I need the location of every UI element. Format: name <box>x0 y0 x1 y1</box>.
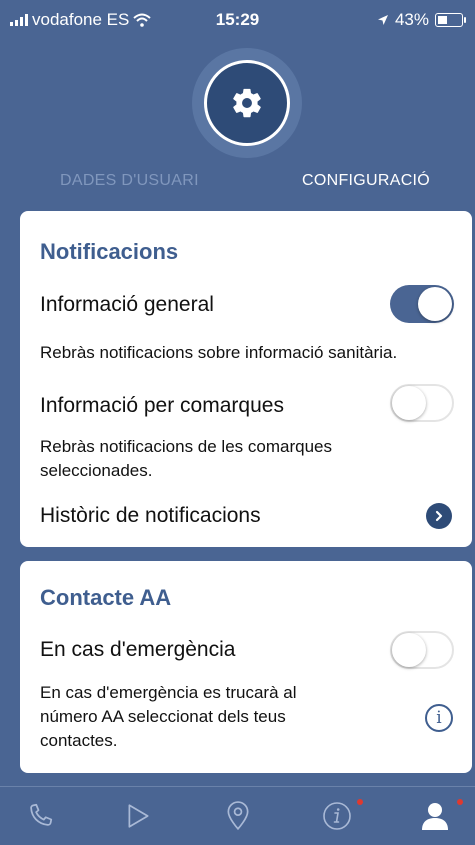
tab-phone[interactable] <box>10 787 70 845</box>
info-badge <box>357 799 363 805</box>
tab-profile[interactable] <box>405 787 465 845</box>
emergency-label: En cas d'emergència <box>40 638 236 661</box>
info-icon: i <box>436 708 442 728</box>
status-right-group: 43% <box>377 10 466 30</box>
profile-tabs: DADES D'USUARI CONFIGURACIÓ <box>0 172 475 194</box>
contact-title: Contacte AA <box>40 585 172 610</box>
notifications-title: Notificacions <box>40 239 179 264</box>
general-info-toggle[interactable] <box>390 285 454 323</box>
battery-percent: 43% <box>394 10 429 29</box>
tab-info[interactable] <box>307 787 367 845</box>
info-icon <box>323 802 351 830</box>
general-info-description: Rebràs notificacions sobre informació sa… <box>40 343 398 362</box>
emergency-description-line2: número AA seleccionat dels teus <box>40 707 286 726</box>
notification-history-button[interactable] <box>426 503 452 529</box>
gear-icon <box>233 88 261 118</box>
tab-settings[interactable]: CONFIGURACIÓ <box>302 172 430 190</box>
contact-card: Contacte AA En cas d'emergència En cas d… <box>20 561 472 773</box>
phone-icon <box>30 803 53 826</box>
regional-info-toggle[interactable] <box>390 384 454 422</box>
emergency-description-line3: contactes. <box>40 731 118 750</box>
tab-user-data[interactable]: DADES D'USUARI <box>60 172 199 190</box>
location-arrow-icon <box>377 15 388 25</box>
chevron-right-icon <box>435 510 443 522</box>
profile-badge <box>457 799 463 805</box>
status-bar: vodafone ES 15:29 43% <box>0 0 475 40</box>
toggle-knob <box>392 633 426 667</box>
tab-play[interactable] <box>108 787 168 845</box>
regional-info-description-line1: Rebràs notificacions de les comarques <box>40 437 332 456</box>
settings-avatar <box>204 60 290 146</box>
regional-info-label: Informació per comarques <box>40 394 284 417</box>
user-icon <box>422 803 448 830</box>
toggle-knob <box>392 386 426 420</box>
general-info-label: Informació general <box>40 293 214 316</box>
notifications-card: Notificacions Informació general Rebràs … <box>20 211 472 547</box>
battery-icon <box>435 13 466 27</box>
notification-history-label[interactable]: Històric de notificacions <box>40 504 261 528</box>
emergency-info-button[interactable]: i <box>425 704 453 732</box>
bottom-tab-bar <box>0 786 475 845</box>
toggle-knob <box>418 287 452 321</box>
location-pin-icon <box>227 801 249 831</box>
regional-info-description-line2: seleccionades. <box>40 461 153 480</box>
play-icon <box>128 804 149 828</box>
tab-location[interactable] <box>208 787 268 845</box>
emergency-description-line1: En cas d'emergència es trucarà al <box>40 683 297 702</box>
emergency-toggle[interactable] <box>390 631 454 669</box>
